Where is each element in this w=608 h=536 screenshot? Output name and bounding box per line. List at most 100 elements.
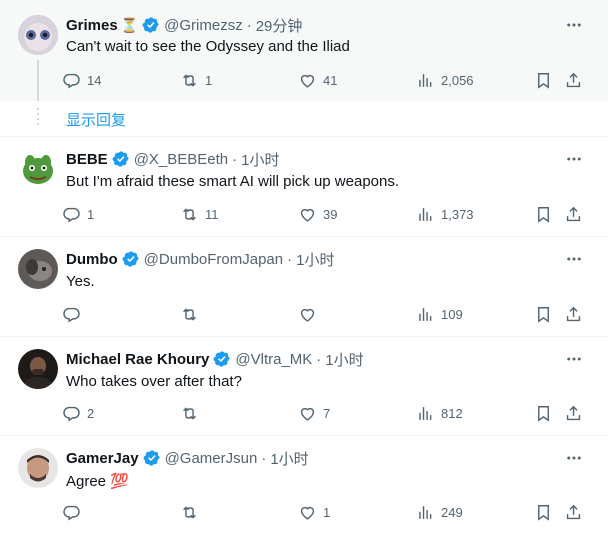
retweet-count: 11 [205, 206, 219, 222]
share-button[interactable] [564, 498, 583, 526]
author-handle[interactable]: @Grimezsz [164, 17, 243, 34]
retweet-icon [183, 207, 196, 221]
tweet-bebe[interactable]: BEBE @X_BEBEeth · 1小时 But I'm afraid the… [0, 137, 608, 236]
reply-icon [63, 307, 80, 323]
bookmark-button[interactable] [534, 66, 553, 94]
reply-icon [63, 73, 80, 89]
views-button[interactable]: 249 [416, 498, 463, 526]
reply-button[interactable]: 1 [62, 200, 94, 228]
retweet-button[interactable]: 11 [180, 200, 219, 228]
timestamp[interactable]: 1小时 [325, 349, 363, 370]
timestamp[interactable]: 29分钟 [256, 15, 303, 36]
tweet-text: Yes. [66, 273, 95, 290]
share-button[interactable] [564, 399, 583, 427]
reply-icon [63, 505, 80, 521]
views-button[interactable]: 2,056 [416, 66, 474, 94]
tweet-actions: 1 11 39 1,373 [62, 200, 592, 228]
like-icon [300, 407, 315, 421]
tweet-header: Dumbo @DumboFromJapan · 1小时 [66, 249, 334, 269]
retweet-button[interactable]: 1 [180, 66, 212, 94]
like-icon [300, 308, 315, 322]
tweet-dumbo[interactable]: Dumbo @DumboFromJapan · 1小时 Yes. 109 [0, 237, 608, 336]
views-button[interactable]: 1,373 [416, 200, 474, 228]
reply-count: 1 [87, 206, 95, 222]
bookmark-button[interactable] [534, 300, 553, 328]
more-icon[interactable] [564, 448, 584, 468]
reply-button[interactable] [62, 300, 87, 328]
like-button[interactable]: 1 [298, 498, 330, 526]
avatar-grimes[interactable] [18, 15, 58, 55]
avatar-dumbo[interactable] [18, 249, 58, 289]
tweet-header: Grimes ⏳ @Grimezsz · 29分钟 [66, 15, 302, 35]
retweet-icon [183, 406, 196, 420]
avatar-michael[interactable] [18, 349, 58, 389]
author-name[interactable]: Michael Rae Khoury [66, 351, 209, 368]
avatar-image [18, 448, 58, 488]
like-button[interactable]: 7 [298, 399, 330, 427]
avatar-image [18, 15, 58, 55]
like-icon [300, 74, 315, 88]
author-handle[interactable]: @X_BEBEeth [134, 151, 228, 168]
like-button[interactable]: 39 [298, 200, 337, 228]
more-icon[interactable] [564, 15, 584, 35]
views-count: 2,056 [441, 72, 474, 88]
retweet-button[interactable] [180, 498, 205, 526]
share-button[interactable] [564, 300, 583, 328]
author-name[interactable]: GamerJay [66, 450, 139, 467]
show-replies-link[interactable]: 显示回复 [66, 109, 126, 130]
bookmark-icon [538, 504, 549, 521]
separator-dot: · [232, 150, 238, 168]
separator-dot: · [246, 16, 252, 34]
retweet-button[interactable] [180, 300, 205, 328]
views-button[interactable]: 812 [416, 399, 463, 427]
thread-dots [37, 108, 39, 128]
bookmark-button[interactable] [534, 200, 553, 228]
share-button[interactable] [564, 200, 583, 228]
bookmark-button[interactable] [534, 498, 553, 526]
timestamp[interactable]: 1小时 [270, 448, 308, 469]
like-button[interactable] [298, 300, 323, 328]
tweet-michael-rae-khoury[interactable]: Michael Rae Khoury @Vltra_MK · 1小时 Who t… [0, 337, 608, 436]
author-name[interactable]: BEBE [66, 151, 108, 168]
reply-button[interactable] [62, 498, 87, 526]
like-count: 7 [323, 405, 331, 421]
more-icon[interactable] [564, 149, 584, 169]
timestamp[interactable]: 1小时 [296, 249, 334, 270]
verified-badge-icon [122, 251, 139, 267]
verified-badge-icon [142, 17, 159, 33]
separator-dot: · [261, 449, 267, 467]
views-button[interactable]: 109 [416, 300, 463, 328]
verified-badge-icon [213, 351, 231, 367]
retweet-button[interactable] [180, 399, 205, 427]
author-name[interactable]: Dumbo [66, 251, 118, 268]
bookmark-icon [538, 405, 549, 422]
reply-button[interactable]: 14 [62, 66, 101, 94]
author-handle[interactable]: @DumboFromJapan [144, 251, 283, 268]
views-count: 249 [441, 504, 463, 520]
bookmark-button[interactable] [534, 399, 553, 427]
author-handle[interactable]: @GamerJsun [165, 450, 258, 467]
bookmark-icon [538, 72, 549, 89]
tweet-grimes[interactable]: Grimes ⏳ @Grimezsz · 29分钟 Can't wait to … [0, 0, 608, 101]
more-icon[interactable] [564, 349, 584, 369]
avatar-bebe[interactable] [18, 149, 58, 189]
share-button[interactable] [564, 66, 583, 94]
tweet-header: GamerJay @GamerJsun · 1小时 [66, 448, 309, 468]
separator-dot: · [316, 350, 322, 368]
avatar-image [18, 249, 58, 289]
avatar-gamerjay[interactable] [18, 448, 58, 488]
more-icon[interactable] [564, 249, 584, 269]
share-icon [566, 504, 581, 519]
like-count: 39 [323, 206, 338, 222]
author-handle[interactable]: @Vltra_MK [235, 351, 312, 368]
author-name[interactable]: Grimes [66, 17, 118, 34]
like-icon [300, 506, 315, 520]
reply-button[interactable]: 2 [62, 399, 94, 427]
like-button[interactable]: 41 [298, 66, 337, 94]
avatar-image [23, 155, 53, 184]
views-icon [419, 406, 432, 420]
tweet-gamerjay[interactable]: GamerJay @GamerJsun · 1小时 Agree 💯 1 249 [0, 436, 608, 536]
bookmark-icon [538, 206, 549, 223]
timestamp[interactable]: 1小时 [241, 149, 279, 170]
retweet-count: 1 [205, 72, 213, 88]
